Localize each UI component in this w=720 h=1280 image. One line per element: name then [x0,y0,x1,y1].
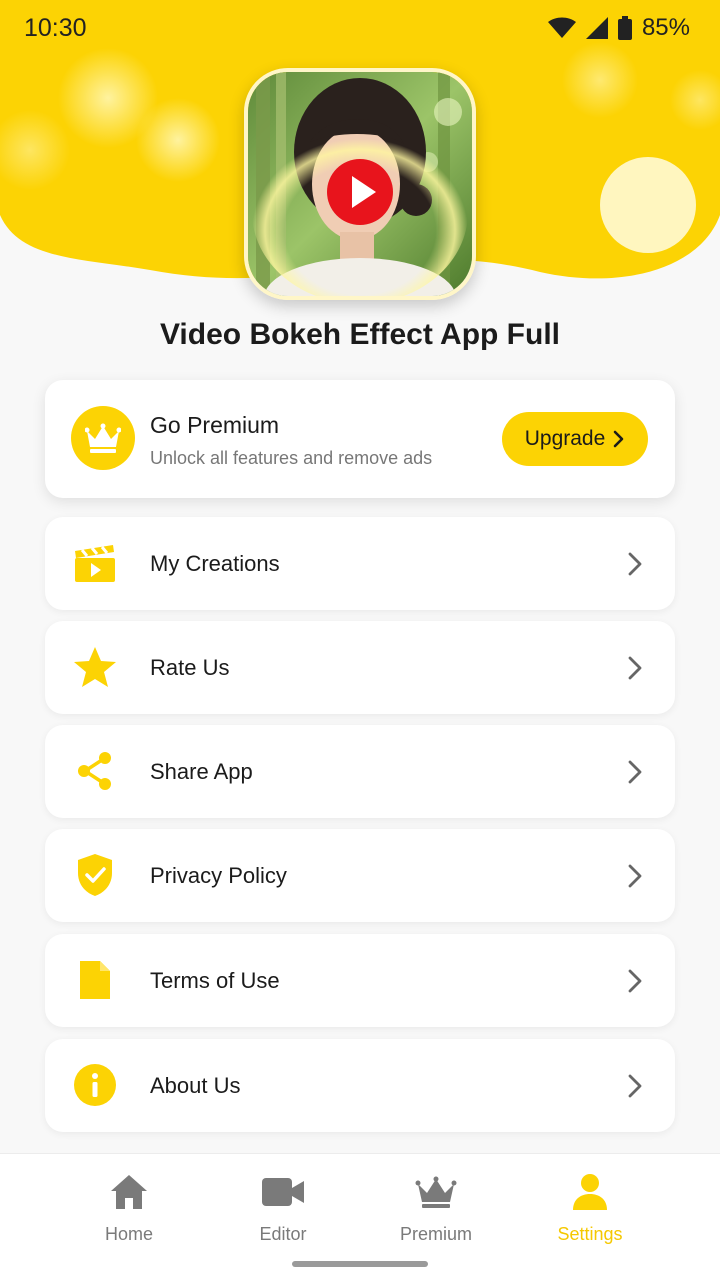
nav-item-settings[interactable]: Settings [515,1170,665,1250]
chevron-right-icon [613,430,624,448]
shield-check-icon [71,851,119,899]
status-icons: 85% [547,14,690,42]
chevron-right-icon [628,969,642,993]
nav-item-premium[interactable]: Premium [361,1170,511,1250]
chevron-right-icon [628,864,642,888]
premium-title: Go Premium [150,412,280,438]
home-indicator [292,1261,428,1267]
app-title: Video Bokeh Effect App Full [159,318,561,351]
upgrade-button[interactable]: Upgrade [502,412,648,466]
nav-item-home[interactable]: Home [54,1170,204,1250]
premium-card[interactable]: Go Premium Unlock all features and remov… [45,380,675,498]
app-icon [244,68,476,300]
menu-item-label: About Us [150,1073,241,1098]
crown-icon [414,1170,458,1214]
video-camera-icon [261,1170,305,1214]
menu-item-label: Privacy Policy [150,863,287,888]
nav-item-editor[interactable]: Editor [208,1170,358,1250]
document-icon [71,956,119,1004]
menu-item-label: My Creations [150,551,280,576]
menu-item-about-us[interactable]: About Us [45,1039,675,1132]
info-icon [71,1061,119,1109]
menu-item-label: Terms of Use [150,968,280,993]
crown-icon [85,423,121,453]
nav-item-label: Editor [259,1224,307,1244]
home-icon [107,1170,151,1214]
wifi-icon [547,17,576,38]
star-icon [71,643,119,691]
menu-item-share-app[interactable]: Share App [45,725,675,818]
clapperboard-icon [71,539,119,587]
chevron-right-icon [628,760,642,784]
menu-item-label: Rate Us [150,655,230,680]
share-icon [71,747,119,795]
status-bar: 10:30 85% [0,0,720,56]
nav-item-label: Premium [399,1224,472,1244]
chevron-right-icon [628,1074,642,1098]
status-time: 10:30 [24,13,87,42]
crown-badge [71,406,135,470]
menu-item-rate-us[interactable]: Rate Us [45,621,675,714]
upgrade-button-label: Upgrade [524,427,606,450]
person-icon [568,1170,612,1214]
premium-subtitle: Unlock all features and remove ads [150,448,433,468]
menu-item-my-creations[interactable]: My Creations [45,517,675,610]
play-icon [327,159,393,225]
nav-item-label: Settings [557,1224,623,1244]
menu-item-terms-of-use[interactable]: Terms of Use [45,934,675,1027]
cellular-signal-icon [585,17,608,39]
nav-item-label: Home [104,1224,153,1244]
chevron-right-icon [628,656,642,680]
menu-item-label: Share App [150,759,253,784]
menu-item-privacy-policy[interactable]: Privacy Policy [45,829,675,922]
battery-icon [617,16,632,40]
chevron-right-icon [628,552,642,576]
battery-percent: 85% [641,14,690,41]
